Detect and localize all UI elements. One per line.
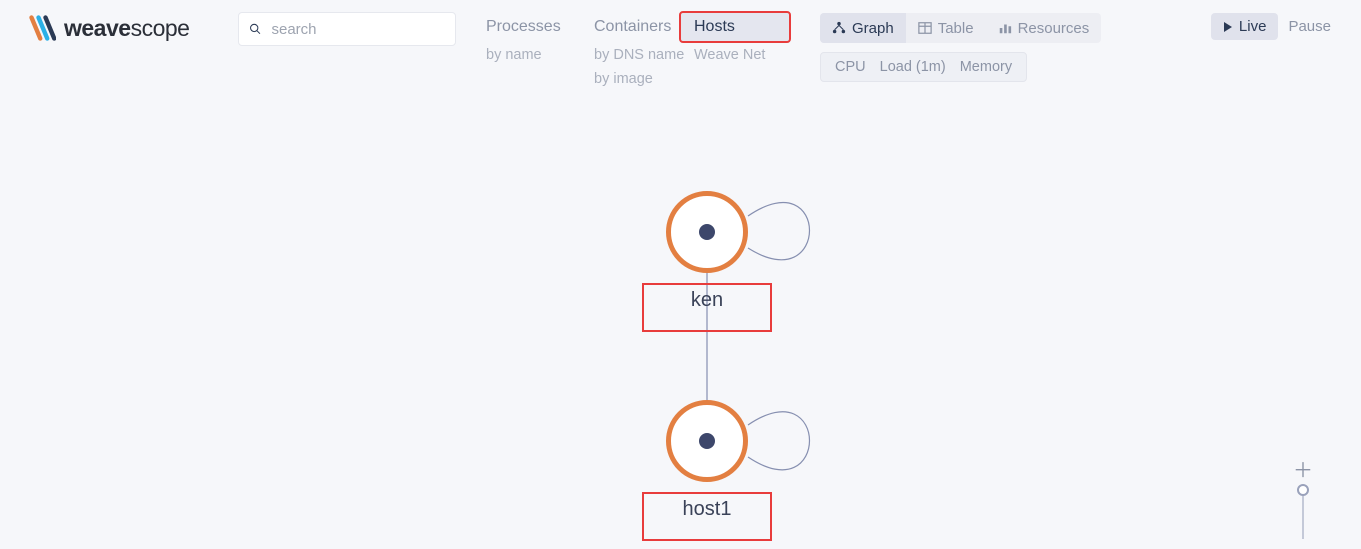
zoom-slider[interactable] [1302,489,1304,539]
metric-selector: CPU Load (1m) Memory [820,52,1027,82]
metric-cpu[interactable]: CPU [835,59,866,75]
live-button[interactable]: Live [1211,13,1279,40]
graph-icon [832,21,846,35]
node-ring [666,400,748,482]
topology-processes: Processes by name [472,12,575,66]
weave-logo-icon [28,14,56,42]
brand-logo: weavescope [28,14,189,42]
view-resources-label: Resources [1018,20,1090,37]
brand-light: scope [131,15,190,41]
node-label: host1 [642,492,772,541]
topology-containers: Containers by DNS name by image [580,12,688,90]
node-label: ken [642,283,772,332]
pause-button[interactable]: Pause [1288,18,1331,35]
tab-processes[interactable]: Processes [472,12,575,42]
metric-load[interactable]: Load (1m) [880,59,946,75]
zoom-thumb[interactable] [1297,484,1309,496]
node-dot-icon [699,433,715,449]
top-bar: weavescope Processes by name Containers … [0,0,1361,110]
search-input[interactable] [270,20,446,39]
table-icon [918,21,932,35]
tab-containers-by-image[interactable]: by image [580,66,688,90]
time-controls: Live Pause [1211,13,1331,40]
node-dot-icon [699,224,715,240]
node-ken[interactable]: ken [666,191,748,332]
live-label: Live [1239,18,1267,35]
view-graph-label: Graph [852,20,894,37]
node-host1[interactable]: host1 [666,400,748,541]
topology-hosts: Hosts Weave Net [680,12,790,66]
tab-hosts[interactable]: Hosts [680,12,790,42]
search-box[interactable] [238,12,456,46]
view-mode-group: Graph Table Resources [820,13,1101,43]
view-table[interactable]: Table [906,13,986,43]
zoom-in-button[interactable]: ＋ [1293,454,1313,483]
tab-hosts-weavenet[interactable]: Weave Net [680,42,790,66]
tab-processes-by-name[interactable]: by name [472,42,575,66]
view-resources[interactable]: Resources [986,13,1102,43]
resources-icon [998,21,1012,35]
zoom-control: ＋ [1293,454,1313,539]
tab-containers[interactable]: Containers [580,12,688,42]
node-ring [666,191,748,273]
tab-containers-by-dns[interactable]: by DNS name [580,42,688,66]
play-icon [1223,22,1233,32]
view-graph[interactable]: Graph [820,13,906,43]
brand-bold: weave [64,15,131,41]
metric-memory[interactable]: Memory [960,59,1012,75]
search-icon [249,22,262,36]
view-table-label: Table [938,20,974,37]
